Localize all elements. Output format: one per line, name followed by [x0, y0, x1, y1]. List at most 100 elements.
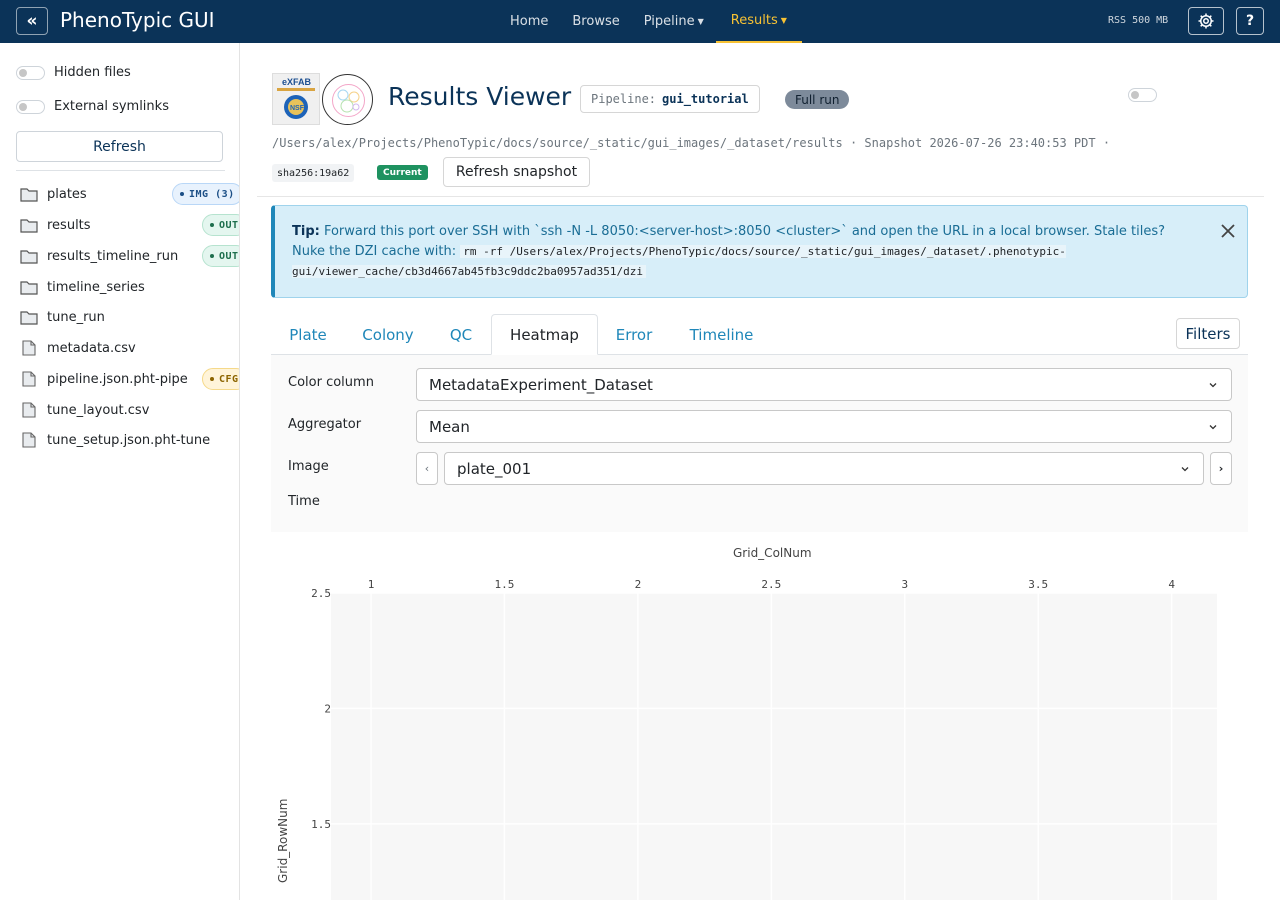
brand-title[interactable]: PhenoTypic GUI: [60, 8, 215, 32]
toggle-switch[interactable]: [16, 99, 45, 114]
navbar: « PhenoTypic GUI Home Browse Pipeline ▼ R…: [0, 0, 1280, 43]
plot-area: [331, 593, 1217, 900]
color-column-value: MetadataExperiment_Dataset: [429, 375, 653, 394]
help-button[interactable]: ?: [1236, 7, 1264, 35]
gear-icon: [1198, 13, 1214, 29]
nav-pipeline[interactable]: Pipeline ▼: [632, 0, 716, 43]
tab-heatmap[interactable]: Heatmap: [491, 314, 598, 355]
badge-dot-icon: [210, 223, 214, 227]
badge-label: OUT: [219, 250, 239, 262]
rss-memory-readout: RSS 500 MB: [1108, 15, 1169, 26]
x-tick-label: 1: [368, 578, 375, 591]
heatmap-plot[interactable]: Grid_ColNum Grid_RowNum 1 1.5 2 2.5 3 3.5 4 2.5…: [271, 533, 1248, 900]
file-item[interactable]: metadata.csv: [20, 337, 239, 359]
file-icon: [20, 432, 38, 448]
lab-logo: [322, 74, 373, 125]
file-item[interactable]: tune_setup.json.pht-tune: [20, 429, 239, 451]
image-label: Image: [288, 459, 329, 474]
file-icon: [20, 371, 38, 387]
folder-icon: [20, 186, 38, 202]
badge-label: IMG (3): [189, 188, 235, 200]
heatmap-controls: Color column MetadataExperiment_Dataset …: [271, 355, 1248, 532]
tip-alert: Tip: Forward this port over SSH with `ss…: [271, 205, 1248, 298]
external-symlinks-label: External symlinks: [54, 99, 169, 114]
file-name: tune_setup.json.pht-tune: [47, 432, 211, 448]
image-select[interactable]: plate_001: [444, 452, 1204, 485]
aggregator-value: Mean: [429, 417, 470, 436]
page-title: Results Viewer: [388, 82, 572, 111]
hidden-files-toggle[interactable]: Hidden files: [16, 65, 131, 80]
file-name: results: [47, 217, 91, 233]
folder-icon: [20, 248, 38, 264]
nav-results[interactable]: Results ▼: [715, 0, 802, 43]
time-label: Time: [288, 494, 320, 509]
file-badge: OUT: [202, 214, 239, 236]
nav-home[interactable]: Home: [498, 0, 560, 43]
folder-item[interactable]: timeline_series: [20, 276, 239, 298]
tip-text: Tip: Forward this port over SSH with `ss…: [292, 222, 1197, 282]
x-tick-label: 3: [901, 578, 908, 591]
pipeline-chip: Pipeline: gui_tutorial: [580, 85, 760, 113]
close-icon: [1221, 224, 1235, 238]
color-column-select[interactable]: MetadataExperiment_Dataset: [416, 368, 1232, 401]
header-toggle[interactable]: [1128, 88, 1166, 102]
chevron-down-icon: [1181, 467, 1189, 472]
run-type-badge: Full run: [785, 90, 850, 109]
tab-plate[interactable]: Plate: [271, 314, 345, 355]
exfab-logo: eXFAB NSF: [272, 73, 320, 125]
nav-browse-label: Browse: [572, 14, 620, 29]
toggle-switch[interactable]: [16, 65, 45, 80]
pipeline-value: gui_tutorial: [662, 92, 749, 106]
hidden-files-label: Hidden files: [54, 65, 131, 80]
refresh-button[interactable]: Refresh: [16, 131, 223, 162]
results-path: /Users/alex/Projects/PhenoTypic/docs/sou…: [272, 136, 1111, 150]
chevron-down-icon: [1209, 425, 1217, 430]
external-symlinks-toggle[interactable]: External symlinks: [16, 99, 169, 114]
toggle-switch[interactable]: [1128, 88, 1157, 102]
exfab-nsf-logo-image: eXFAB NSF: [273, 74, 319, 124]
file-icon: [20, 340, 38, 356]
tab-colony[interactable]: Colony: [345, 314, 431, 355]
pipeline-key: Pipeline:: [591, 92, 657, 106]
file-badge: IMG (3): [172, 183, 239, 205]
file-item[interactable]: tune_layout.csv: [20, 399, 239, 421]
svg-text:eXFAB: eXFAB: [282, 77, 312, 87]
tab-qc[interactable]: QC: [431, 314, 491, 355]
tip-line2-prefix: Nuke the DZI cache with:: [292, 244, 457, 259]
nav-results-label: Results: [730, 13, 778, 28]
file-badge: CFG: [202, 368, 239, 390]
file-icon: [20, 402, 38, 418]
aggregator-select[interactable]: Mean: [416, 410, 1232, 443]
next-image-button[interactable]: ›: [1210, 452, 1232, 485]
file-name: results_timeline_run: [47, 248, 179, 264]
svg-text:NSF: NSF: [290, 105, 305, 112]
nav-browse[interactable]: Browse: [560, 0, 631, 43]
folder-item[interactable]: tune_run: [20, 306, 239, 328]
badge-dot-icon: [180, 192, 184, 196]
collapse-sidebar-button[interactable]: «: [16, 7, 48, 35]
nav-pipeline-label: Pipeline: [643, 14, 695, 29]
badge-dot-icon: [210, 377, 214, 381]
close-button[interactable]: [1217, 220, 1239, 242]
previous-image-button[interactable]: ‹: [416, 452, 438, 485]
refresh-snapshot-button[interactable]: Refresh snapshot: [443, 157, 590, 187]
x-tick-label: 4: [1168, 578, 1175, 591]
current-badge: Current: [377, 165, 428, 180]
folder-icon: [20, 309, 38, 325]
file-browser-sidebar: Hidden files External symlinks Refresh p…: [0, 43, 240, 900]
image-value: plate_001: [457, 459, 532, 478]
file-name: metadata.csv: [47, 340, 136, 356]
nav-home-label: Home: [510, 14, 549, 29]
filters-button[interactable]: Filters: [1176, 318, 1240, 349]
settings-button[interactable]: [1188, 7, 1224, 35]
x-tick-label: 1.5: [495, 578, 515, 591]
tab-timeline[interactable]: Timeline: [670, 314, 773, 355]
file-name: pipeline.json.pht-pipe: [47, 371, 188, 387]
file-name: tune_run: [47, 309, 105, 325]
sidebar-divider: [16, 170, 225, 171]
tab-error[interactable]: Error: [598, 314, 670, 355]
x-tick-label: 2.5: [761, 578, 781, 591]
snapshot-hash: sha256:19a62: [272, 164, 355, 182]
file-name: plates: [47, 186, 87, 202]
x-tick-label: 2: [635, 578, 642, 591]
